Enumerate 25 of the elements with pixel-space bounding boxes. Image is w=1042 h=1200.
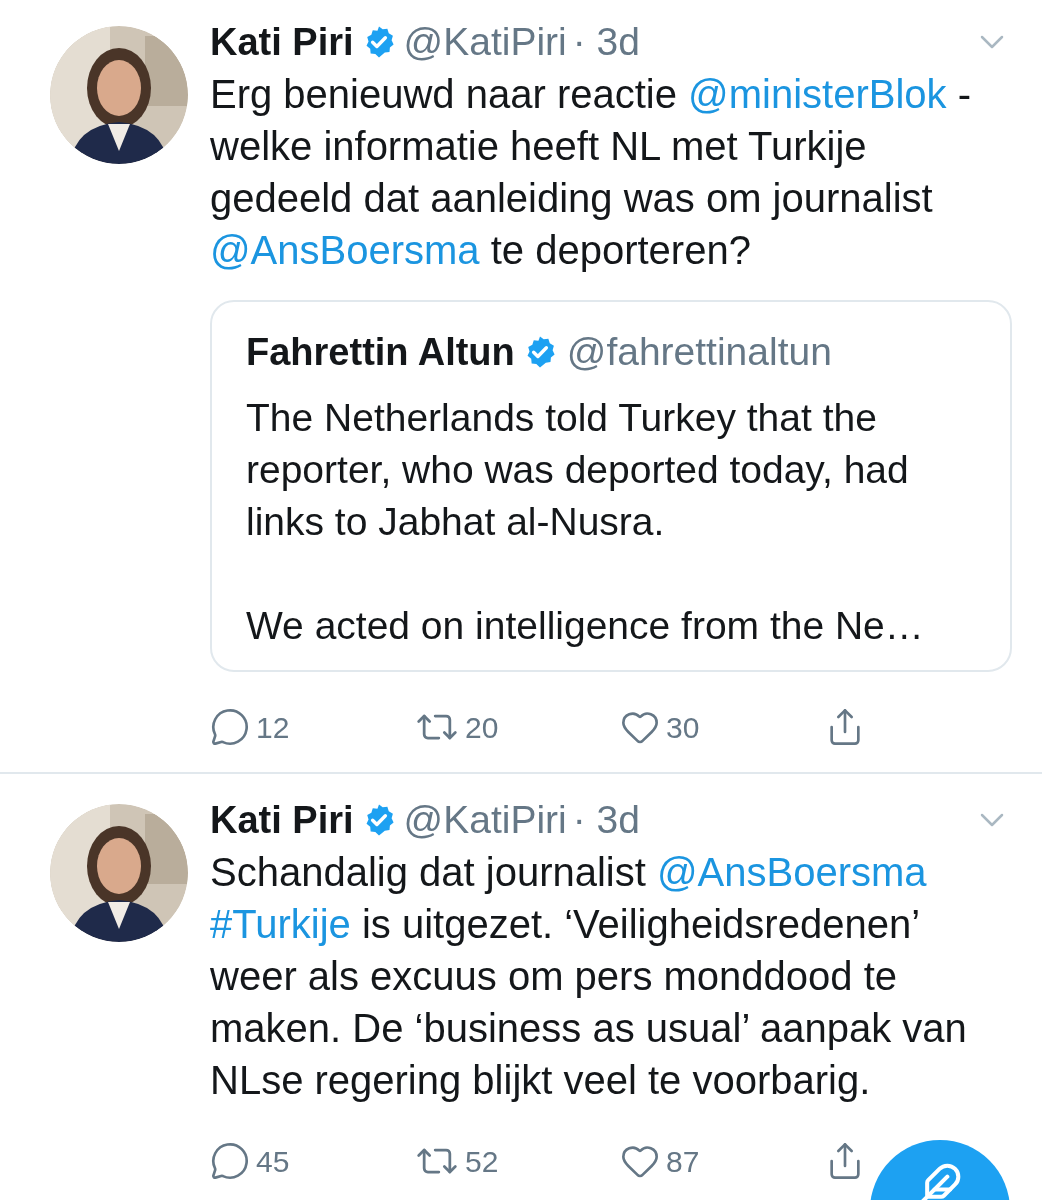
tweet-text: Erg benieuwd naar reactie @ministerBlok - welke informatie heeft NL met Turkije gedeeld dat aanleiding was om journalist @AnsBoersma te deporteren?: [210, 71, 972, 274]
mention-link[interactable]: @AnsBoersma: [656, 850, 927, 894]
speech-bubble-icon: [210, 707, 250, 747]
tweet-time: · 3d: [572, 796, 640, 843]
quoted-tweet-text: The Netherlands told Turkey that the reporter, who was deported today, had links to Jabhat al-Nusra.: [246, 395, 910, 545]
quoted-author-name: Fahrettin Altun: [246, 329, 515, 375]
quoted-tweet-text: We acted on intelligence from the Ne…: [246, 603, 925, 649]
tweet-time: · 3d: [572, 18, 640, 65]
like-button[interactable]: 87: [620, 1138, 825, 1184]
author-name[interactable]: Kati Piri: [210, 791, 354, 849]
reply-button[interactable]: 45: [210, 1138, 415, 1184]
retweet-button[interactable]: 20: [415, 704, 620, 750]
mention-link[interactable]: #Turkije: [210, 902, 351, 946]
mention-link[interactable]: @ministerBlok: [688, 72, 947, 116]
like-button[interactable]: 30: [620, 704, 825, 750]
quoted-tweet-card[interactable]: Fahrettin Altun @fahrettinaltun The Netherlands told Turkey that the reporter, who was deported today, had links to Jabhat al-Nusra. We acted on intelligence from the Ne…: [210, 300, 1012, 672]
quoted-author-handle: @fahrettinaltun: [566, 328, 832, 375]
retweet-button[interactable]: 52: [415, 1138, 620, 1184]
tweet-text: Schandalig dat journalist @AnsBoersma #Turkije is uitgezet. ‘Veiligheidsredenen’ weer als excuus om pers monddood te maken. De ‘business as usual’ aanpak van NLse regering blijkt veel te voorbarig.: [210, 849, 968, 1104]
author-handle[interactable]: @KatiPiri: [403, 790, 567, 850]
mention-link[interactable]: @AnsBoersma: [210, 228, 480, 272]
speech-bubble-icon: [210, 1141, 250, 1181]
reply-button[interactable]: 12: [210, 704, 415, 750]
author-handle[interactable]: @KatiPiri: [403, 12, 567, 72]
author-name[interactable]: Kati Piri: [210, 13, 354, 71]
